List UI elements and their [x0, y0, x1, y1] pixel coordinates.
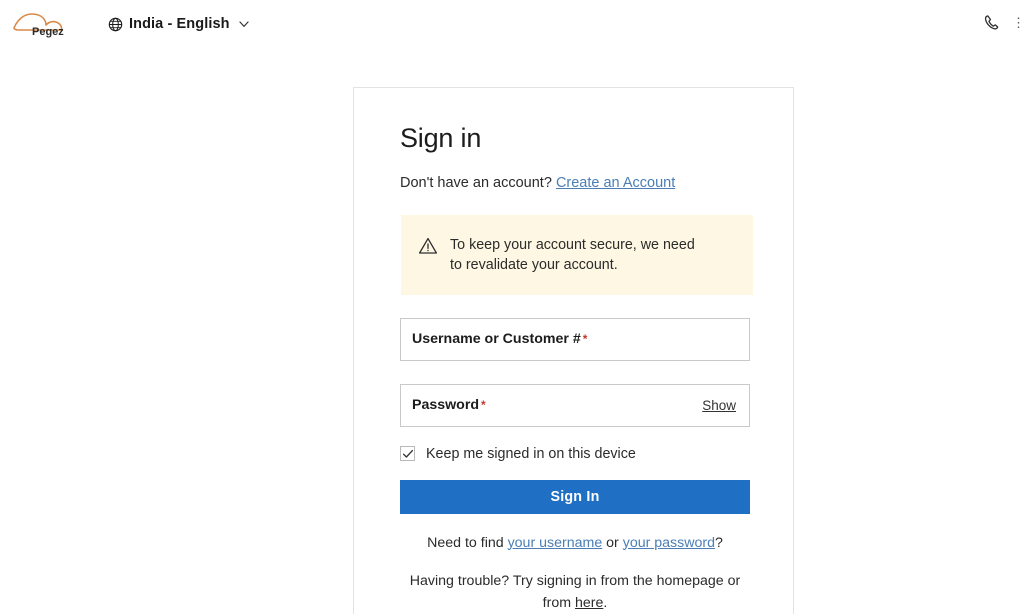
brand-logo[interactable]: Pegez [10, 8, 76, 42]
create-account-prompt: Don't have an account? Create an Account [400, 174, 747, 193]
find-credentials-help: Need to find your username or your passw… [400, 534, 750, 553]
alert-message: To keep your account secure, we need to … [450, 236, 695, 273]
warning-triangle-icon [418, 237, 438, 254]
trouble-help: Having trouble? Try signing in from the … [400, 570, 750, 614]
globe-icon [108, 17, 123, 31]
password-field[interactable]: Password * Show [400, 383, 750, 427]
keep-signed-in-checkbox[interactable] [400, 446, 415, 462]
create-account-prompt-text: Don't have an account? [400, 174, 552, 191]
password-field-label: Password * [412, 397, 486, 413]
find-help-middle: or [602, 534, 623, 551]
here-link[interactable]: here [575, 595, 603, 611]
check-icon [402, 449, 413, 458]
username-label-text: Username or Customer # [412, 331, 581, 348]
show-password-toggle[interactable]: Show [702, 398, 736, 413]
page-title: Sign in [400, 123, 482, 153]
find-password-link[interactable]: your password [623, 535, 715, 551]
site-header: Pegez India - English ⋮ [0, 0, 1024, 55]
phone-icon[interactable] [983, 13, 1000, 32]
signin-card: Sign in Don't have an account? Create an… [353, 87, 794, 614]
revalidate-alert: To keep your account secure, we need to … [401, 214, 753, 295]
sign-in-button[interactable]: Sign In [400, 479, 750, 514]
keep-signed-in-row[interactable]: Keep me signed in on this device [400, 446, 747, 462]
cloud-swoosh-logo-icon: Pegez [13, 13, 64, 38]
locale-picker[interactable]: India - English [108, 16, 250, 32]
password-label-text: Password [412, 397, 480, 414]
header-overflow-item[interactable]: ⋮ [1012, 15, 1022, 31]
header-actions: ⋮ [983, 13, 1024, 32]
find-username-link[interactable]: your username [508, 535, 603, 551]
username-field[interactable]: Username or Customer # * [400, 317, 750, 361]
keep-signed-in-label: Keep me signed in on this device [426, 445, 636, 462]
username-field-label: Username or Customer # * [412, 331, 587, 347]
password-required-mark: * [481, 398, 486, 413]
username-required-mark: * [582, 332, 588, 347]
find-help-suffix: ? [714, 534, 723, 551]
chevron-down-icon [238, 21, 249, 27]
find-help-prefix: Need to find [427, 534, 508, 551]
locale-label: India - English [129, 16, 230, 32]
create-account-link[interactable]: Create an Account [556, 175, 675, 191]
trouble-help-suffix: . [603, 594, 608, 611]
svg-text:Pegez: Pegez [32, 26, 64, 38]
